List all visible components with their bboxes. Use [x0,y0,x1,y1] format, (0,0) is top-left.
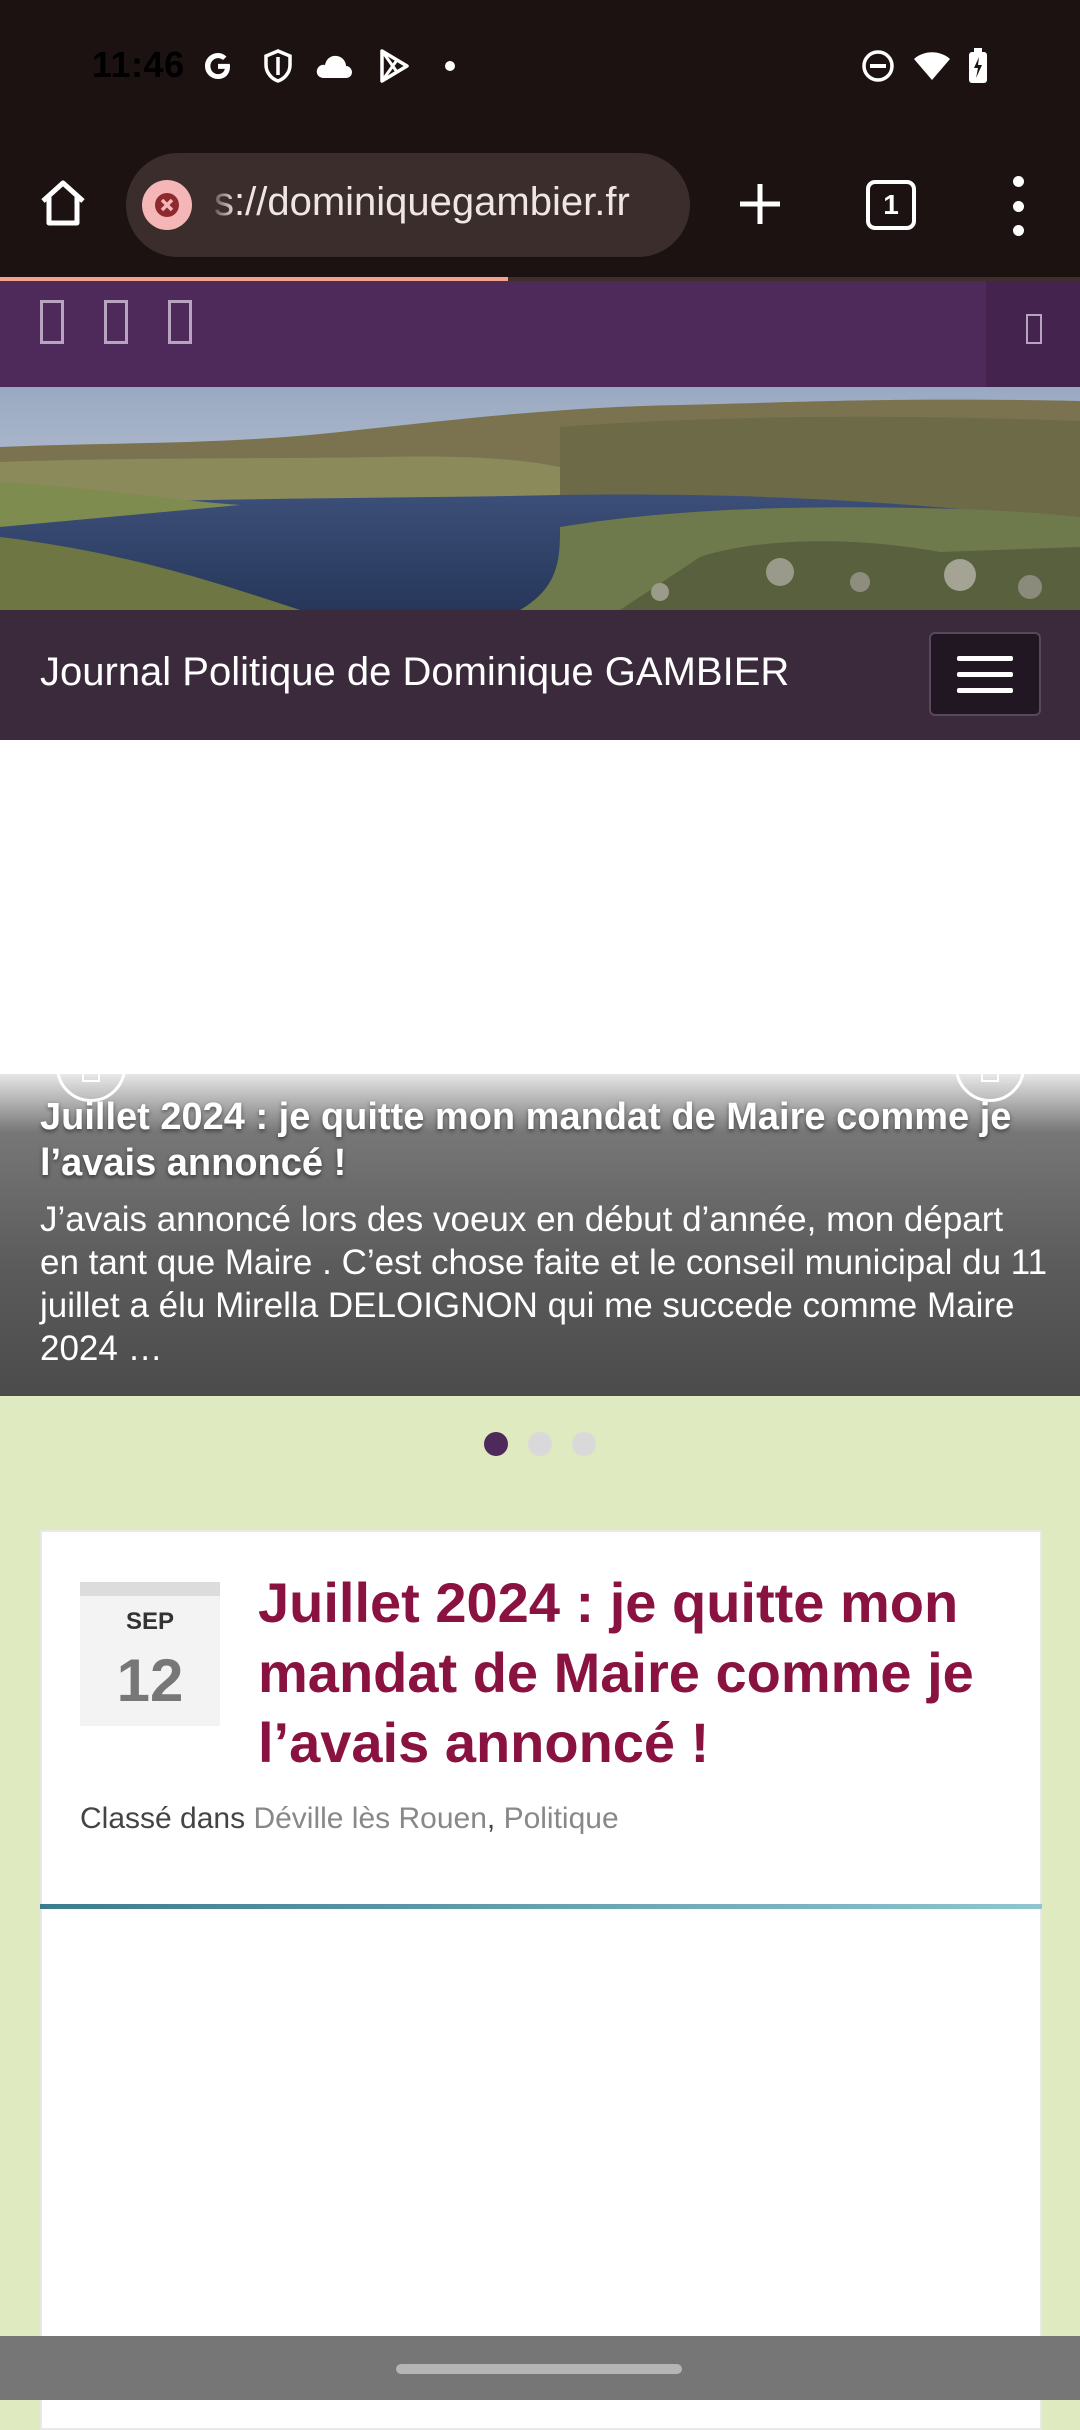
slider-dot-2[interactable] [528,1432,552,1456]
date-month: SEP [125,1608,175,1635]
article-title[interactable]: Juillet 2024 : je quitte mon mandat de M… [258,1568,1018,1778]
chevron-right-icon [981,1052,999,1082]
social-icon-2[interactable] [104,300,128,344]
slider-dot-3[interactable] [572,1432,596,1456]
new-tab-icon[interactable] [728,172,792,236]
social-icon-3[interactable] [168,300,192,344]
category-separator: , [486,1802,504,1835]
do-not-disturb-icon [858,46,898,86]
menu-toggle-button[interactable] [929,632,1041,716]
google-icon [198,46,238,86]
wifi-icon [910,46,954,86]
url-fade [208,178,236,228]
home-icon[interactable] [30,170,96,236]
search-toggle[interactable] [986,281,1080,387]
play-store-icon [374,46,414,86]
social-icon-1[interactable] [40,300,64,344]
battery-charging-icon [964,46,992,86]
slide-excerpt: J’avais annoncé lors des voeux en début … [40,1200,1048,1368]
shield-icon [258,46,298,86]
dot-icon [440,46,460,86]
tab-count: 1 [883,189,899,220]
article-divider [40,1904,1042,1909]
hamburger-line [957,688,1013,693]
more-options-icon[interactable] [1000,176,1036,236]
tab-switcher-button[interactable]: 1 [866,180,916,230]
site-title[interactable]: Journal Politique de Dominique GAMBIER [40,650,789,695]
article-meta: Classé dans Déville lès Rouen, Politique [80,1802,619,1836]
meta-prefix: Classé dans [80,1802,246,1835]
url-text[interactable]: s://dominiquegambier.fr [214,180,630,225]
slide-title[interactable]: Juillet 2024 : je quitte mon mandat de M… [40,1094,1050,1186]
cloud-icon [312,46,356,86]
gesture-handle[interactable] [396,2364,682,2374]
date-day: 12 [116,1647,184,1714]
slider-prev-button[interactable] [56,1032,126,1102]
not-secure-icon[interactable] [142,180,192,230]
slider-next-button[interactable] [955,1032,1025,1102]
status-time: 11:46 [92,44,185,85]
header-banner-image [0,387,1080,610]
hamburger-line [957,656,1013,661]
hamburger-line [957,672,1013,677]
chevron-left-icon [82,1052,100,1082]
category-link[interactable]: Politique [504,1802,619,1835]
slider-dot-1[interactable] [484,1432,508,1456]
date-badge-stripe [80,1582,220,1596]
search-icon [1026,314,1042,344]
social-bar [0,281,1080,387]
category-link[interactable]: Déville lès Rouen [253,1802,486,1835]
